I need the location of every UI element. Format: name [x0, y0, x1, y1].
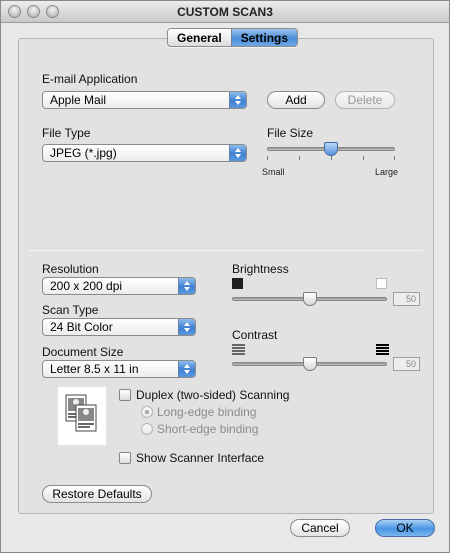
- brightness-slider-knob[interactable]: [303, 292, 317, 306]
- document-size-value: Letter 8.5 x 11 in: [50, 362, 139, 376]
- tab-bar: General Settings: [167, 28, 299, 47]
- window-title: CUSTOM SCAN3: [177, 5, 273, 19]
- file-size-min-label: Small: [262, 167, 285, 177]
- email-application-label: E-mail Application: [42, 72, 138, 86]
- email-application-value: Apple Mail: [50, 93, 107, 107]
- duplex-label: Duplex (two-sided) Scanning: [136, 388, 290, 402]
- file-size-label: File Size: [267, 126, 314, 140]
- long-edge-label: Long-edge binding: [157, 405, 257, 419]
- show-scanner-interface-checkbox[interactable]: [119, 452, 131, 464]
- scan-type-select[interactable]: 24 Bit Color: [42, 318, 196, 336]
- resolution-value: 200 x 200 dpi: [50, 279, 123, 293]
- file-size-max-label: Large: [375, 167, 399, 177]
- scan-type-label: Scan Type: [42, 303, 99, 317]
- brightness-value-field[interactable]: 50: [393, 292, 420, 306]
- short-edge-label: Short-edge binding: [157, 422, 259, 436]
- contrast-high-icon: [376, 344, 389, 355]
- slider-tick: [394, 156, 395, 160]
- short-edge-radio[interactable]: [141, 423, 153, 435]
- section-divider: [29, 250, 422, 251]
- cancel-button[interactable]: Cancel: [290, 519, 350, 537]
- resolution-select[interactable]: 200 x 200 dpi: [42, 277, 196, 295]
- popup-arrows-icon: [178, 361, 195, 377]
- popup-arrows-icon: [229, 92, 246, 108]
- resolution-label: Resolution: [42, 262, 99, 276]
- ok-button[interactable]: OK: [375, 519, 435, 537]
- popup-arrows-icon: [178, 278, 195, 294]
- add-button[interactable]: Add: [267, 91, 325, 109]
- brightness-dark-icon: [232, 278, 243, 289]
- popup-arrows-icon: [229, 145, 246, 161]
- file-type-select[interactable]: JPEG (*.jpg): [42, 144, 247, 162]
- duplex-illustration: [58, 387, 106, 445]
- restore-defaults-button[interactable]: Restore Defaults: [42, 485, 152, 503]
- show-scanner-interface-label: Show Scanner Interface: [136, 451, 265, 465]
- contrast-value-field[interactable]: 50: [393, 357, 420, 371]
- file-type-value: JPEG (*.jpg): [50, 146, 117, 160]
- long-edge-radio[interactable]: [141, 406, 153, 418]
- tab-general[interactable]: General: [168, 29, 231, 46]
- scan-type-value: 24 Bit Color: [50, 320, 113, 334]
- file-type-label: File Type: [42, 126, 91, 140]
- slider-tick: [299, 156, 300, 160]
- file-size-slider-knob[interactable]: [324, 142, 338, 156]
- document-size-select[interactable]: Letter 8.5 x 11 in: [42, 360, 196, 378]
- custom-scan-window: CUSTOM SCAN3 General Settings E-mail App…: [0, 0, 450, 553]
- contrast-label: Contrast: [232, 328, 278, 342]
- tab-settings[interactable]: Settings: [230, 29, 298, 46]
- popup-arrows-icon: [178, 319, 195, 335]
- contrast-slider-knob[interactable]: [303, 357, 317, 371]
- document-size-label: Document Size: [42, 345, 124, 359]
- brightness-label: Brightness: [232, 262, 289, 276]
- delete-button[interactable]: Delete: [335, 91, 395, 109]
- email-application-select[interactable]: Apple Mail: [42, 91, 247, 109]
- duplex-pages-icon: [65, 394, 97, 432]
- slider-tick: [267, 156, 268, 160]
- slider-tick: [331, 156, 332, 160]
- duplex-checkbox[interactable]: [119, 389, 131, 401]
- slider-tick: [363, 156, 364, 160]
- title-bar: CUSTOM SCAN3: [1, 1, 449, 23]
- brightness-light-icon: [376, 278, 387, 289]
- contrast-low-icon: [232, 344, 245, 355]
